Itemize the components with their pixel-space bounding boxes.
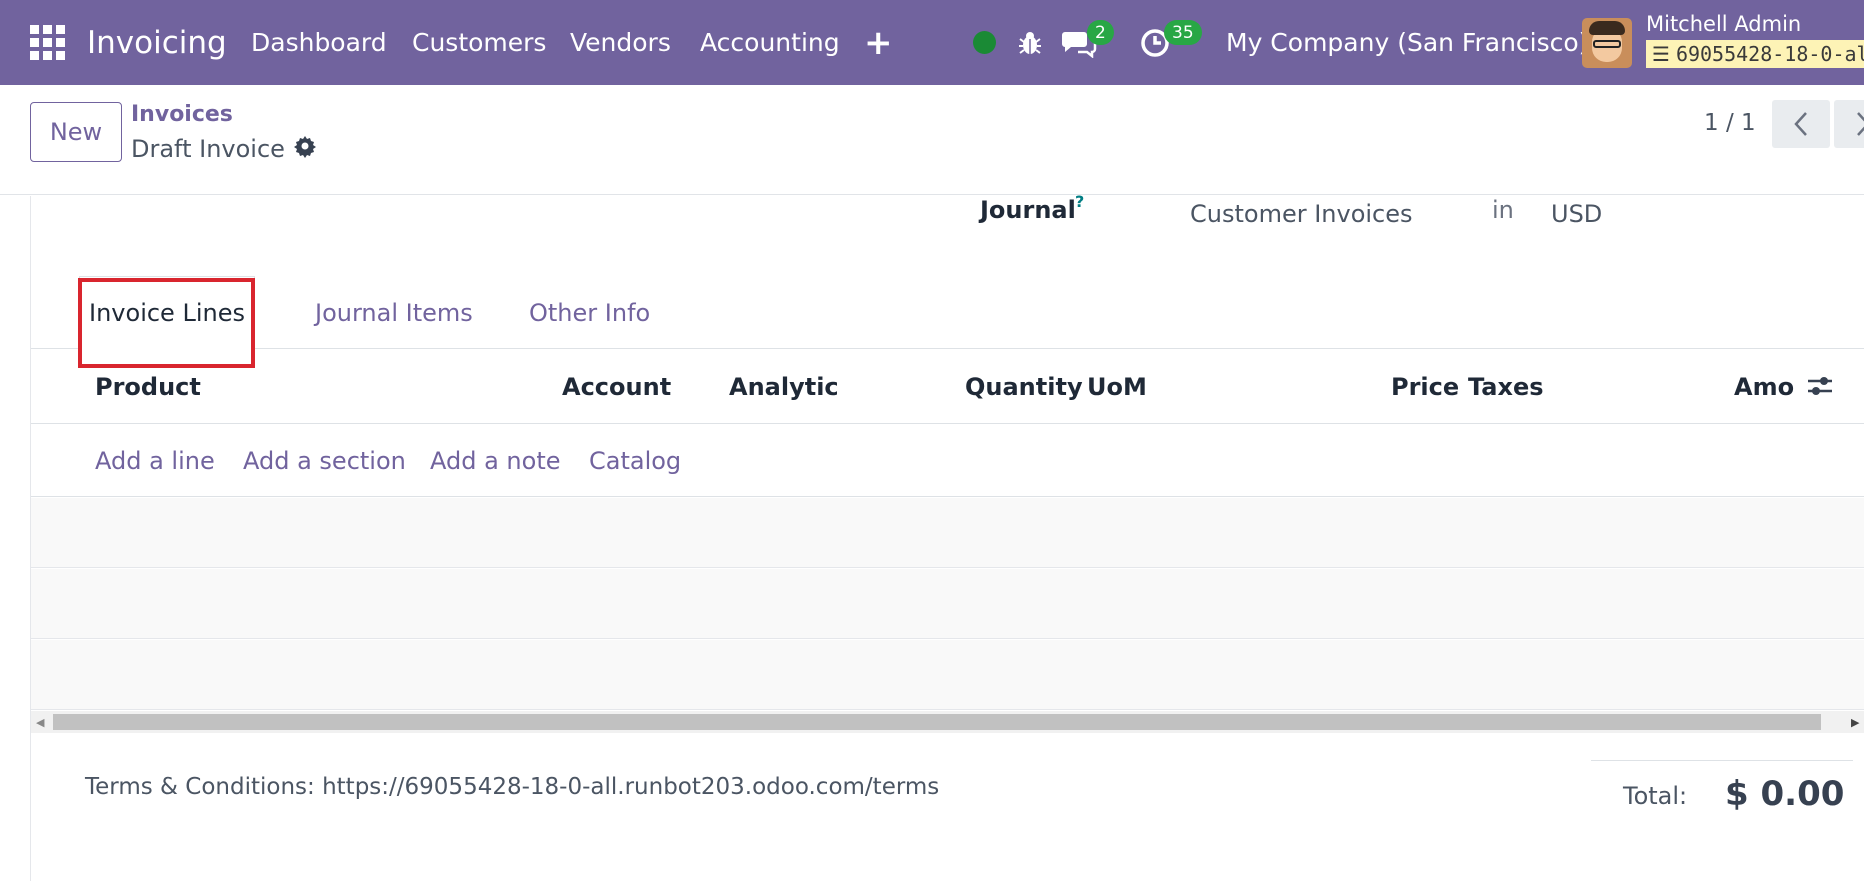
horizontal-scrollbar[interactable]: ◀ ▶ [31, 711, 1864, 733]
chevron-left-icon [1794, 112, 1807, 136]
scroll-right-arrow-icon[interactable]: ▶ [1851, 716, 1859, 729]
pager-previous-button[interactable] [1772, 100, 1830, 148]
apps-menu-icon[interactable] [30, 0, 66, 85]
pager-next-button[interactable] [1834, 100, 1864, 148]
column-taxes[interactable]: Taxes [1468, 349, 1544, 424]
breadcrumb-current: Draft Invoice [131, 134, 317, 164]
menu-accounting[interactable]: Accounting [700, 0, 840, 85]
journal-in-label: in [1492, 196, 1514, 224]
quick-create-button[interactable]: + [864, 0, 893, 85]
journal-help-icon[interactable]: ? [1075, 192, 1084, 211]
terms-and-conditions[interactable]: Terms & Conditions: https://69055428-18-… [85, 774, 939, 800]
menu-dashboard[interactable]: Dashboard [251, 0, 387, 85]
debug-bug-icon[interactable] [1017, 0, 1045, 85]
chevron-right-icon [1857, 112, 1864, 136]
total-label: Total: [1623, 782, 1688, 810]
add-section-link[interactable]: Add a section [243, 424, 406, 497]
catalog-link[interactable]: Catalog [589, 424, 681, 497]
database-icon: ☰ [1652, 42, 1670, 66]
form-sheet: Journal ? Customer Invoices in USD Invoi… [30, 192, 1864, 881]
journal-label: Journal [980, 196, 1076, 224]
user-name[interactable]: Mitchell Admin [1646, 12, 1801, 36]
presence-status-icon[interactable] [973, 0, 997, 85]
column-amount[interactable]: Amou [1734, 349, 1794, 424]
currency-field[interactable]: USD [1551, 200, 1602, 228]
add-actions-row: Add a line Add a section Add a note Cata… [31, 424, 1864, 497]
tab-other-info[interactable]: Other Info [529, 276, 650, 349]
company-switcher[interactable]: My Company (San Francisco) [1226, 0, 1588, 85]
database-tag: ☰ 69055428-18-0-all [1646, 40, 1864, 68]
tab-journal-items[interactable]: Journal Items [315, 276, 473, 349]
notebook-tabs: Invoice Lines Journal Items Other Info [31, 276, 1864, 349]
record-title: Draft Invoice [131, 135, 285, 163]
new-button[interactable]: New [30, 102, 122, 162]
column-analytic[interactable]: Analytic [729, 349, 839, 424]
menu-vendors[interactable]: Vendors [570, 0, 671, 85]
scrollbar-thumb[interactable] [53, 714, 1821, 730]
empty-table-row [31, 569, 1864, 639]
top-navbar: Invoicing Dashboard Customers Vendors Ac… [0, 0, 1864, 85]
journal-field[interactable]: Customer Invoices [1190, 200, 1413, 228]
add-note-link[interactable]: Add a note [430, 424, 561, 497]
totals-divider [1591, 760, 1853, 761]
user-avatar[interactable] [1582, 0, 1632, 85]
column-quantity[interactable]: Quantity [965, 349, 1083, 424]
messages-count-badge: 2 [1087, 20, 1114, 45]
breadcrumb-invoices[interactable]: Invoices [131, 102, 233, 127]
activity-count-badge: 35 [1164, 20, 1202, 45]
database-name: 69055428-18-0-all [1675, 42, 1864, 66]
column-product[interactable]: Product [95, 349, 201, 424]
control-panel: New Invoices Draft Invoice 1 / 1 [0, 85, 1864, 195]
pager-value[interactable]: 1 / 1 [1704, 110, 1756, 136]
column-account[interactable]: Account [562, 349, 671, 424]
menu-customers[interactable]: Customers [412, 0, 546, 85]
empty-table-row [31, 498, 1864, 568]
optional-columns-icon[interactable] [1806, 373, 1834, 399]
gear-icon[interactable] [293, 134, 317, 164]
add-line-link[interactable]: Add a line [95, 424, 215, 497]
total-value: $ 0.00 [1725, 774, 1845, 814]
column-price[interactable]: Price [1391, 349, 1459, 424]
empty-table-row [31, 640, 1864, 710]
column-uom[interactable]: UoM [1087, 349, 1147, 424]
scroll-left-arrow-icon[interactable]: ◀ [36, 716, 44, 729]
table-header: Product Account Analytic Quantity UoM Pr… [31, 349, 1864, 424]
tab-invoice-lines[interactable]: Invoice Lines [79, 276, 255, 349]
app-name[interactable]: Invoicing [87, 0, 227, 85]
